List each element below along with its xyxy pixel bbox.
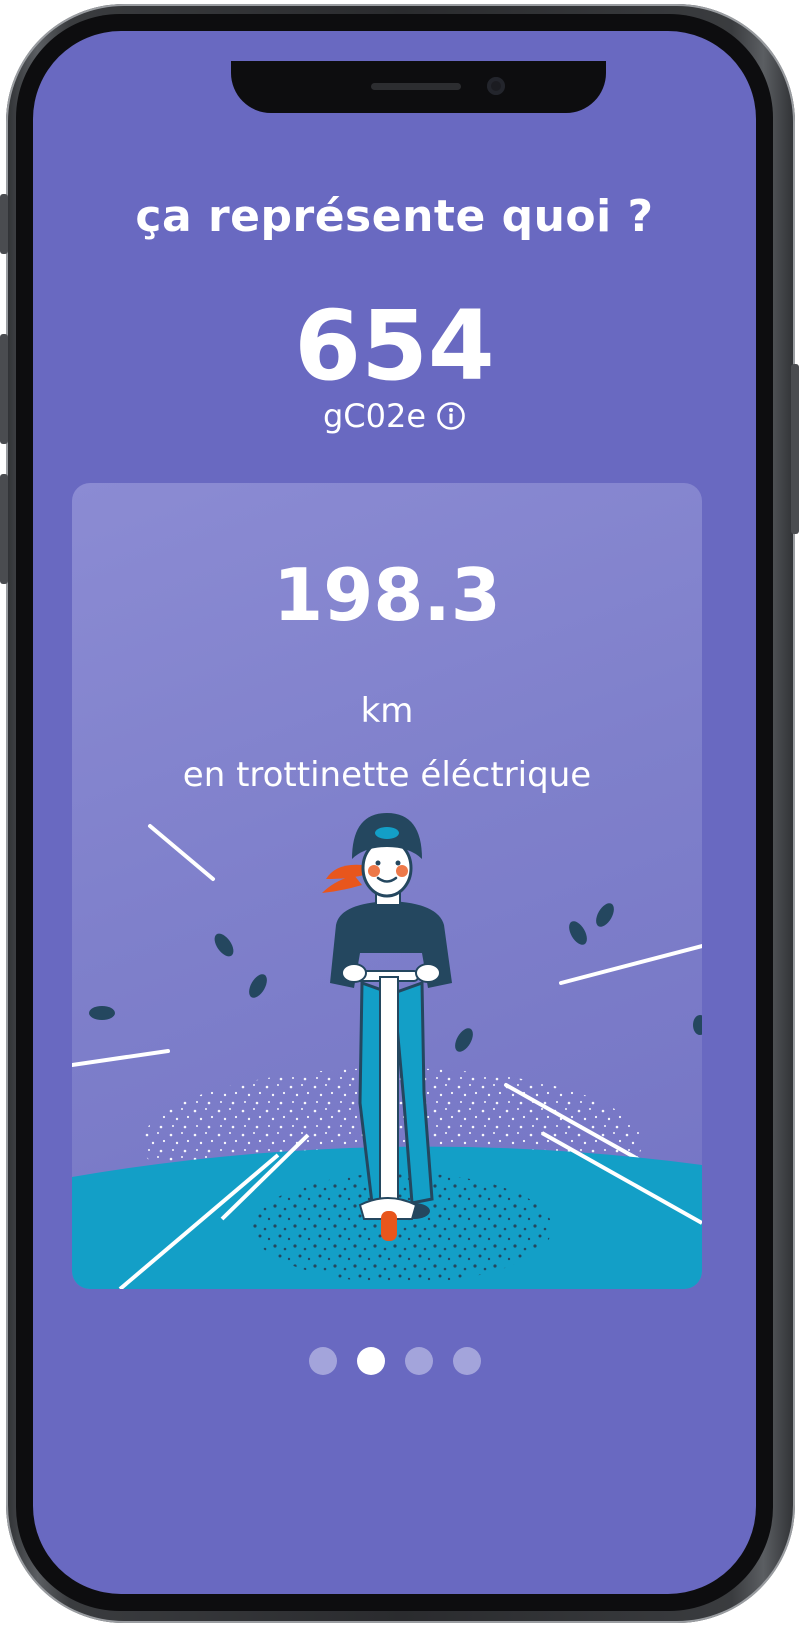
power-button — [791, 364, 799, 534]
emission-value: 654 — [294, 290, 495, 402]
carousel-pagination — [33, 1347, 756, 1375]
phone-notch — [231, 61, 606, 113]
pagination-dot-active[interactable] — [356, 1347, 385, 1375]
emission-unit: gC02e — [322, 397, 427, 435]
equivalence-card[interactable]: 198.3 km en trottinette éléctrique — [72, 483, 702, 1289]
page-title: ça représente quoi ? — [135, 191, 654, 242]
volume-down-button — [0, 474, 8, 584]
earpiece-speaker — [371, 83, 461, 90]
front-camera-icon — [487, 77, 505, 95]
info-circle-icon[interactable] — [436, 401, 466, 431]
pagination-dot[interactable] — [308, 1347, 337, 1375]
equivalent-unit: km — [360, 691, 414, 731]
emission-unit-row: gC02e — [33, 397, 756, 435]
silent-switch — [0, 194, 8, 254]
pagination-dot[interactable] — [404, 1347, 433, 1375]
equivalent-value: 198.3 — [273, 553, 501, 637]
volume-up-button — [0, 334, 8, 444]
equivalent-description: en trottinette éléctrique — [182, 755, 592, 795]
app-screen: ça représente quoi ? 654 gC02e 198.3 km … — [33, 31, 756, 1594]
pagination-dot[interactable] — [452, 1347, 481, 1375]
